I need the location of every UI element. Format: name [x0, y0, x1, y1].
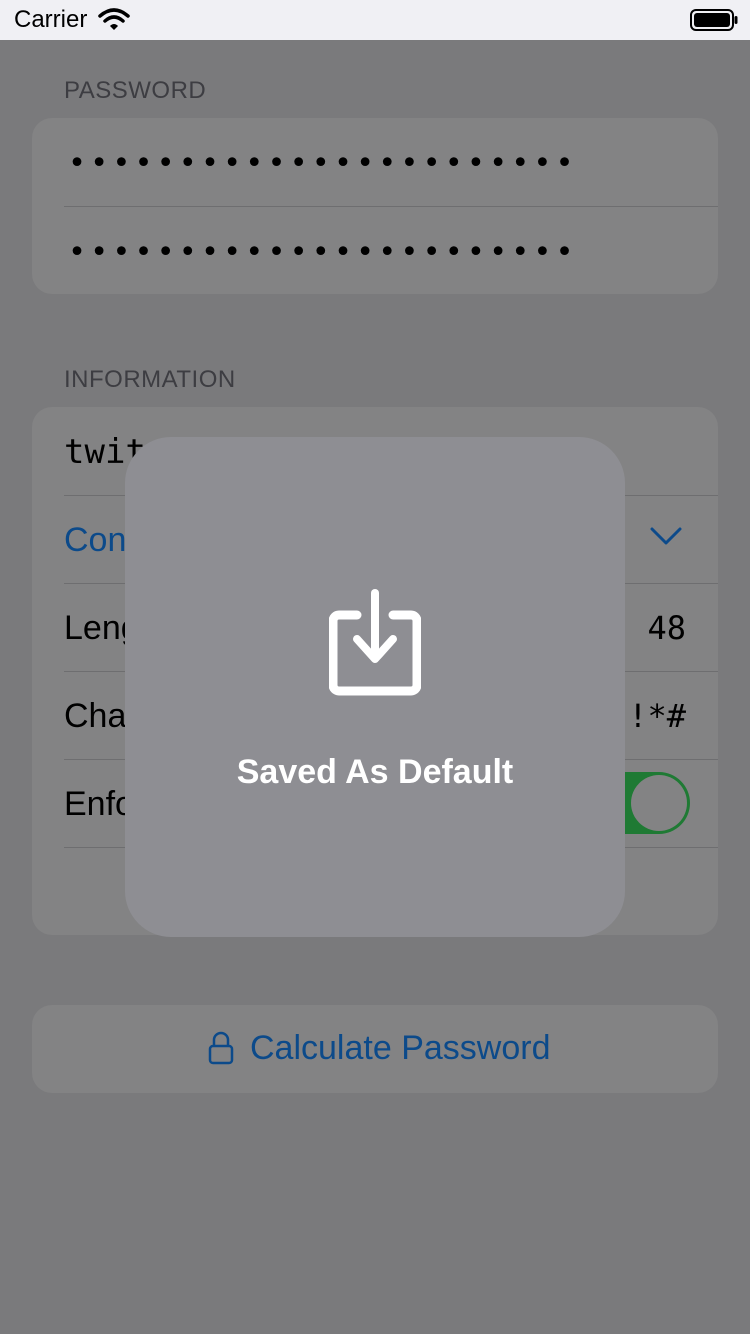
battery-icon — [690, 9, 738, 36]
password-card: ••••••••••••••••••••••• ••••••••••••••••… — [32, 118, 718, 294]
enforce-label: Enfo — [64, 785, 134, 823]
confirm-password-masked-text: ••••••••••••••••••••••• — [68, 235, 578, 270]
saved-hud: Saved As Default — [125, 437, 625, 937]
confirm-password-field[interactable]: ••••••••••••••••••••••• — [64, 206, 718, 294]
wifi-icon — [98, 7, 130, 36]
password-section-header: PASSWORD — [64, 77, 207, 104]
configuration-label: Con — [64, 521, 127, 559]
chevron-down-icon — [650, 526, 682, 551]
lock-icon — [208, 1031, 234, 1070]
status-bar: Carrier — [0, 0, 750, 40]
information-section-header: INFORMATION — [64, 366, 236, 393]
length-value: 48 — [647, 609, 686, 647]
password-masked-text: ••••••••••••••••••••••• — [68, 146, 578, 181]
download-tray-icon — [328, 589, 422, 702]
calculate-password-button[interactable]: Calculate Password — [32, 1005, 718, 1093]
calculate-password-label: Calculate Password — [250, 1029, 551, 1067]
hud-message: Saved As Default — [236, 753, 514, 791]
password-field[interactable]: ••••••••••••••••••••••• — [64, 118, 718, 206]
toggle-knob — [631, 775, 687, 831]
characters-value: !*# — [628, 697, 686, 735]
characters-label: Cha — [64, 697, 127, 735]
carrier-label: Carrier — [14, 6, 88, 33]
